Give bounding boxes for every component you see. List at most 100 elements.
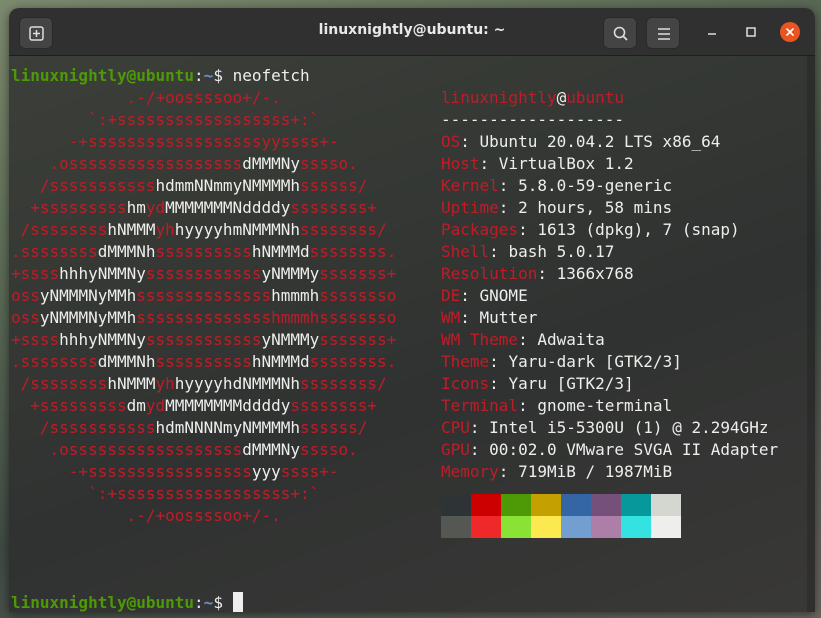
palette-swatch [501, 516, 531, 538]
logo-segment: yh [155, 220, 175, 239]
scrollbar[interactable] [807, 56, 815, 612]
window-title: linuxnightly@ubuntu: ~ [318, 22, 506, 38]
close-button[interactable] [780, 22, 800, 42]
logo-line: +sssshhhyNMMNyssssssssssssyNMMMysssssss+ [11, 329, 396, 351]
prompt-separator: : [194, 593, 204, 612]
maximize-button[interactable] [741, 22, 761, 42]
logo-segment: .-/+oossssoo+/-. [11, 88, 281, 107]
idle-prompt-line: linuxnightly@ubuntu:~$ [11, 592, 243, 612]
info-row: Theme: Yaru-dark [GTK2/3] [441, 351, 682, 373]
info-user-host: linuxnightly@ubuntu [441, 87, 624, 109]
palette-swatch [621, 494, 651, 516]
logo-segment: .ossssssssssssssssss [11, 440, 243, 459]
logo-segment: dMMMNy [242, 440, 300, 459]
close-icon [785, 27, 795, 37]
logo-segment: hyyyyhdNMMMNh [174, 374, 300, 393]
logo-segment: yNMMMNyMMh [39, 308, 137, 327]
info-separator: : [489, 242, 509, 261]
info-key: Packages [441, 220, 519, 239]
logo-line: .ossssssssssssssssssdMMMNysssso. [11, 153, 358, 175]
info-separator: : [469, 440, 490, 459]
logo-segment: yNMMMNyMMh [39, 286, 137, 305]
info-key: OS [441, 132, 461, 151]
logo-line: ossyNMMMNyMMhsssssssssssssshmmmhssssssso [11, 307, 396, 329]
info-row: Memory: 719MiB / 1987MiB [441, 461, 672, 483]
logo-segment: hNMMM [107, 374, 156, 393]
palette-swatch [531, 516, 561, 538]
logo-segment: ssssssssss [155, 242, 252, 261]
info-separator: : [498, 176, 519, 195]
search-button[interactable] [603, 17, 637, 49]
logo-line: .ssssssssdMMMNhsssssssssshNMMMdssssssss. [11, 241, 396, 263]
logo-line: -+sssssssssssssssssyyyssss+- [11, 461, 339, 483]
terminal-content[interactable]: linuxnightly@ubuntu:~$ neofetch .-/+ooss… [9, 56, 815, 612]
palette-swatch [441, 494, 471, 516]
info-separator: : [489, 374, 509, 393]
logo-segment: sssso. [299, 440, 358, 459]
info-value: 00:02.0 VMware SVGA II Adapter [489, 440, 779, 459]
info-value: 719MiB / 1987MiB [518, 462, 673, 481]
info-row: Host: VirtualBox 1.2 [441, 153, 634, 175]
menu-button[interactable] [646, 17, 680, 49]
logo-segment: ssss+- [280, 462, 339, 481]
command-prompt-line: linuxnightly@ubuntu:~$ neofetch [11, 65, 310, 87]
logo-segment: /sssssssssss [11, 176, 156, 195]
logo-segment: dMMMNh [97, 242, 156, 261]
info-key: CPU [441, 418, 470, 437]
palette-swatch [651, 516, 681, 538]
logo-segment: ssssssss+ [290, 396, 378, 415]
logo-segment: hhhyNMMNy [59, 330, 146, 349]
palette-swatch [651, 494, 681, 516]
info-at: @ [556, 88, 567, 107]
text-cursor [232, 592, 243, 612]
prompt-path: ~ [203, 593, 214, 612]
logo-segment: +ssss [11, 264, 60, 283]
logo-segment: oss [11, 308, 40, 327]
minimize-icon [708, 33, 716, 35]
logo-segment: hNMMM [107, 220, 156, 239]
logo-line: /ssssssssssshdmmNNmmyNMMMMhssssss/ [11, 175, 368, 197]
info-row: GPU: 00:02.0 VMware SVGA II Adapter [441, 439, 778, 461]
palette-swatch [591, 494, 621, 516]
info-value: 1613 (dpkg), 7 (snap) [537, 220, 740, 239]
logo-segment: yh [155, 374, 175, 393]
info-key: Kernel [441, 176, 499, 195]
logo-segment: ssssssss+ [290, 198, 378, 217]
info-key: WM [441, 308, 461, 327]
logo-segment: yNMMMy [261, 330, 320, 349]
palette-swatch [441, 516, 471, 538]
logo-line: .-/+oossssoo+/-. [11, 505, 281, 527]
logo-segment: /ssssssss [11, 220, 108, 239]
logo-line: +ssssssssshmydMMMMMMMNddddyssssssss+ [11, 197, 377, 219]
minimize-button[interactable] [702, 22, 722, 42]
prompt-command: neofetch [232, 66, 310, 85]
logo-segment: yyy [251, 462, 281, 481]
palette-swatch [531, 494, 561, 516]
logo-segment: ssssssss/ [300, 374, 387, 393]
logo-segment: sssssssssssssshmmmh [136, 308, 320, 327]
info-value: Yaru-dark [GTK2/3] [508, 352, 682, 371]
info-separator: : [537, 264, 557, 283]
info-value: Intel i5-5300U (1) @ 2.294GHz [489, 418, 769, 437]
logo-line: `:+ssssssssssssssssss+:` [11, 109, 319, 131]
logo-line: -+ssssssssssssssssssyyssss+- [11, 131, 339, 153]
info-separator: : [460, 308, 480, 327]
info-row: OS: Ubuntu 20.04.2 LTS x86_64 [441, 131, 720, 153]
info-key: Terminal [441, 396, 519, 415]
info-host: ubuntu [566, 88, 625, 107]
logo-segment: -+ssssssssssssssssssyyssss+- [11, 132, 339, 151]
info-row: Icons: Yaru [GTK2/3] [441, 373, 634, 395]
palette-swatch [591, 516, 621, 538]
logo-segment: sssssss+ [319, 264, 397, 283]
info-row: CPU: Intel i5-5300U (1) @ 2.294GHz [441, 417, 769, 439]
info-value: bash 5.0.17 [508, 242, 615, 261]
logo-segment: `:+ssssssssssssssssss+:` [11, 484, 320, 503]
logo-line: ossyNMMMNyMMhsssssssssssssshmmmhssssssso [11, 285, 396, 307]
info-value: Yaru [GTK2/3] [508, 374, 634, 393]
logo-segment: hmmmh [271, 286, 320, 305]
logo-segment: ssssss/ [300, 176, 368, 195]
logo-segment: +sssssssss [11, 396, 127, 415]
logo-line: .ossssssssssssssssssdMMMNysssso. [11, 439, 358, 461]
logo-segment: yd [145, 396, 166, 415]
prompt-path: ~ [203, 66, 214, 85]
